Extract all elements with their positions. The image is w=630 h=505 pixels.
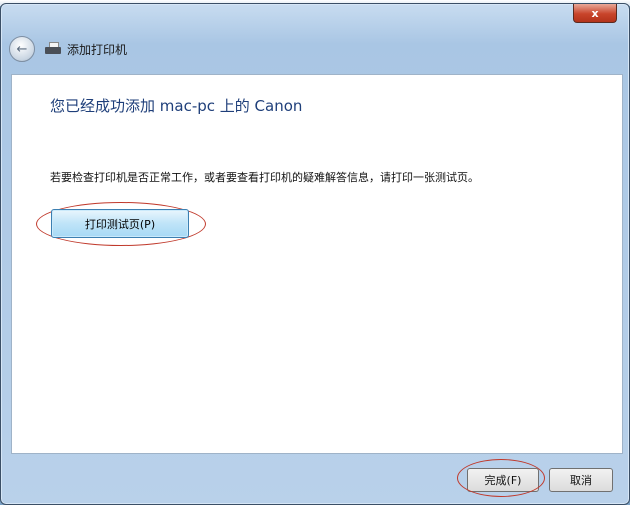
print-test-page-button[interactable]: 打印测试页(P) [51, 209, 189, 238]
description-text: 若要检查打印机是否正常工作，或者要查看打印机的疑难解答信息，请打印一张测试页。 [50, 171, 479, 184]
back-button[interactable]: ← [9, 36, 35, 62]
close-button[interactable]: x [573, 4, 617, 23]
title-bar: ← 添加打印机 [9, 34, 127, 64]
window-title: 添加打印机 [67, 42, 128, 57]
add-printer-window: x ← 添加打印机 您已经成功添加 mac-pc 上的 Canon 若要检查打印… [0, 3, 630, 505]
close-icon: x [591, 6, 599, 20]
cancel-button[interactable]: 取消 [549, 468, 613, 492]
annotation-ellipse-finish [457, 459, 545, 497]
printer-icon [45, 42, 61, 56]
content-panel: 您已经成功添加 mac-pc 上的 Canon 若要检查打印机是否正常工作，或者… [11, 74, 623, 454]
back-arrow-icon: ← [16, 41, 28, 57]
page-heading: 您已经成功添加 mac-pc 上的 Canon [50, 97, 303, 115]
footer: 完成(F) 取消 [11, 453, 621, 499]
